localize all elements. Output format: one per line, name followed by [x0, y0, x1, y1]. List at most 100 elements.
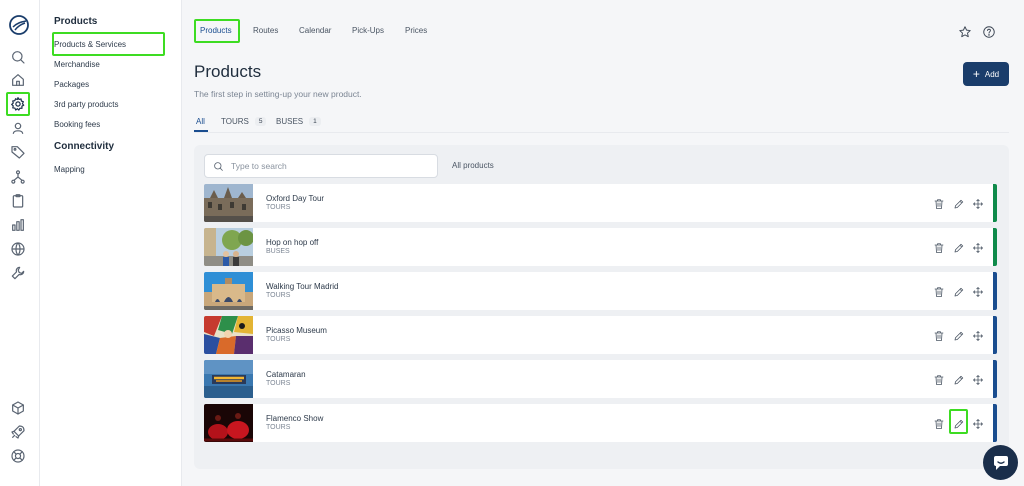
product-thumbnail: [204, 360, 253, 398]
product-name: Oxford Day Tour: [266, 194, 325, 203]
search-icon: [214, 161, 223, 171]
filter-count-badge: 5: [254, 117, 267, 126]
sidebar-item-booking-fees[interactable]: Booking fees: [54, 120, 100, 129]
tag-icon[interactable]: [9, 143, 27, 161]
search-input[interactable]: [231, 161, 431, 171]
product-category: TOURS: [266, 292, 291, 299]
plus-icon: +: [972, 67, 980, 81]
products-sidebar: Products Products & Services Merchandise…: [40, 0, 182, 486]
chat-launcher-button[interactable]: [983, 445, 1018, 480]
add-product-button[interactable]: + Add: [963, 62, 1009, 86]
product-category: TOURS: [266, 380, 291, 387]
lifebuoy-icon[interactable]: [9, 447, 27, 465]
user-pin-icon[interactable]: [9, 119, 27, 137]
search-icon[interactable]: [9, 48, 27, 66]
add-button-label: Add: [984, 69, 1000, 79]
filter-tab-label: BUSES: [276, 117, 304, 126]
product-name: Catamaran: [266, 370, 306, 379]
tab-routes[interactable]: Routes: [253, 26, 278, 35]
drag-move-icon[interactable]: [972, 329, 984, 341]
chat-bubble-icon: [993, 455, 1008, 470]
search-scope-label[interactable]: All products: [452, 161, 494, 170]
sidebar-item-3rd-party[interactable]: 3rd party products: [54, 100, 118, 109]
product-row[interactable]: Hop on hop off BUSES: [204, 228, 997, 266]
product-name: Hop on hop off: [266, 238, 319, 247]
product-category: TOURS: [266, 336, 291, 343]
tab-prices[interactable]: Prices: [405, 26, 427, 35]
sidebar-item-highlight: [52, 32, 165, 56]
product-row[interactable]: Catamaran TOURS: [204, 360, 997, 398]
drag-move-icon[interactable]: [972, 373, 984, 385]
status-bar: [993, 360, 997, 398]
page-subtitle: The first step in setting-up your new pr…: [194, 89, 362, 99]
product-thumbnail: [204, 228, 253, 266]
logo-icon[interactable]: [8, 14, 30, 36]
wrench-icon[interactable]: [9, 264, 27, 282]
product-category: BUSES: [266, 248, 290, 255]
sidebar-section-products: Products: [54, 16, 98, 27]
status-bar: [993, 184, 997, 222]
edit-pencil-icon[interactable]: [953, 373, 965, 385]
product-category: TOURS: [266, 424, 291, 431]
home-icon[interactable]: [9, 71, 27, 89]
box-icon[interactable]: [9, 399, 27, 417]
page-title: Products: [194, 62, 262, 81]
filter-tab-label: All: [196, 117, 205, 126]
status-bar: [993, 228, 997, 266]
product-row[interactable]: Picasso Museum TOURS: [204, 316, 997, 354]
product-thumbnail: [204, 316, 253, 354]
drag-move-icon[interactable]: [972, 197, 984, 209]
filter-count-badge: 1: [309, 117, 321, 126]
filter-tab-label: TOURS: [221, 117, 249, 126]
status-bar: [993, 404, 997, 442]
sidebar-item-mapping[interactable]: Mapping: [54, 165, 85, 174]
top-nav: Products Routes Calendar Pick-Ups Prices: [182, 0, 1024, 58]
edit-pencil-icon[interactable]: [953, 285, 965, 297]
edit-highlight: [949, 409, 968, 434]
filter-tab-all[interactable]: All: [196, 117, 205, 126]
globe-icon[interactable]: [9, 240, 27, 258]
clipboard-icon[interactable]: [9, 192, 27, 210]
star-icon[interactable]: [958, 25, 972, 39]
product-row[interactable]: Flamenco Show TOURS: [204, 404, 997, 442]
product-category: TOURS: [266, 204, 291, 211]
product-row[interactable]: Oxford Day Tour TOURS: [204, 184, 997, 222]
rail-highlight: [6, 92, 30, 116]
rocket-icon[interactable]: [9, 423, 27, 441]
trash-icon[interactable]: [933, 417, 945, 429]
icon-rail: [0, 0, 40, 486]
trash-icon[interactable]: [933, 329, 945, 341]
filter-tab-buses[interactable]: BUSES 1: [276, 117, 321, 126]
tab-highlight: [194, 19, 240, 43]
product-thumbnail: [204, 184, 253, 222]
drag-move-icon[interactable]: [972, 241, 984, 253]
drag-move-icon[interactable]: [972, 417, 984, 429]
product-row[interactable]: Walking Tour Madrid TOURS: [204, 272, 997, 310]
trash-icon[interactable]: [933, 373, 945, 385]
product-name: Flamenco Show: [266, 414, 324, 423]
edit-pencil-icon[interactable]: [953, 241, 965, 253]
divider: [194, 132, 1009, 133]
product-name: Picasso Museum: [266, 326, 327, 335]
trash-icon[interactable]: [933, 285, 945, 297]
product-thumbnail: [204, 272, 253, 310]
trash-icon[interactable]: [933, 197, 945, 209]
trash-icon[interactable]: [933, 241, 945, 253]
sidebar-item-merchandise[interactable]: Merchandise: [54, 60, 100, 69]
help-icon[interactable]: [982, 25, 996, 39]
tab-pick-ups[interactable]: Pick-Ups: [352, 26, 384, 35]
tab-calendar[interactable]: Calendar: [299, 26, 331, 35]
sidebar-section-connectivity: Connectivity: [54, 141, 115, 152]
edit-pencil-icon[interactable]: [953, 329, 965, 341]
status-bar: [993, 272, 997, 310]
search-box[interactable]: [204, 154, 438, 178]
filter-tab-tours[interactable]: TOURS 5: [221, 117, 267, 126]
bar-chart-icon[interactable]: [9, 216, 27, 234]
status-bar: [993, 316, 997, 354]
edit-pencil-icon[interactable]: [953, 197, 965, 209]
network-icon[interactable]: [9, 168, 27, 186]
product-name: Walking Tour Madrid: [266, 282, 339, 291]
drag-move-icon[interactable]: [972, 285, 984, 297]
sidebar-item-packages[interactable]: Packages: [54, 80, 89, 89]
product-thumbnail: [204, 404, 253, 442]
